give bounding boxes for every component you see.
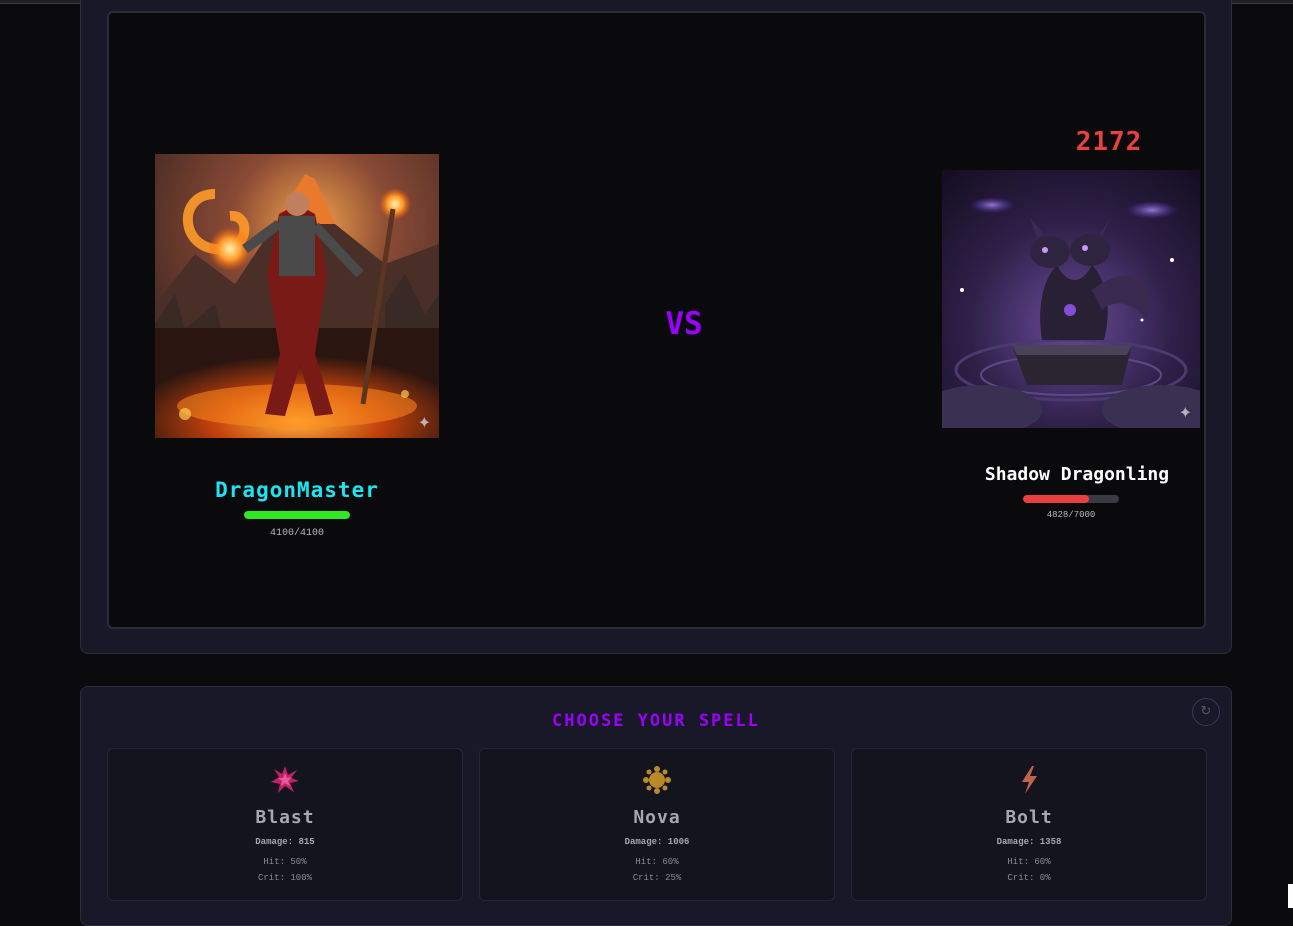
corner-marker xyxy=(1288,884,1293,908)
player-name: DragonMaster xyxy=(215,478,379,502)
spell-card-bolt[interactable]: Bolt Damage: 1358 Hit: 60% Crit: 0% xyxy=(851,748,1207,901)
enemy-hp-bar xyxy=(1023,495,1119,503)
sparkle-icon: ✦ xyxy=(1178,403,1192,422)
spell-damage: Damage: 1358 xyxy=(996,837,1062,847)
battle-panel: ✦ DragonMaster 4100/4100 VS 2172 ✦ Shado… xyxy=(80,0,1232,654)
spell-hit-chance: Hit: 50% xyxy=(263,857,307,867)
spell-damage: Damage: 1006 xyxy=(624,837,690,847)
battle-arena: ✦ DragonMaster 4100/4100 VS 2172 ✦ Shado… xyxy=(107,11,1206,629)
spell-crit-chance: Crit: 100% xyxy=(257,873,312,883)
spell-hit-chance: Hit: 60% xyxy=(1007,857,1051,867)
spell-name: Bolt xyxy=(1005,807,1053,828)
spell-hit-chance: Hit: 60% xyxy=(635,857,679,867)
spell-card-blast[interactable]: Blast Damage: 815 Hit: 50% Crit: 100% xyxy=(107,748,463,901)
spell-name: Blast xyxy=(255,807,315,828)
player-hp-bar xyxy=(244,511,350,519)
enemy-hp-fill xyxy=(1023,495,1090,503)
lightning-icon xyxy=(852,765,1206,803)
nova-icon xyxy=(480,765,834,803)
spell-crit-chance: Crit: 25% xyxy=(632,873,682,883)
enemy-portrait: ✦ xyxy=(942,170,1200,428)
spell-panel-title: CHOOSE YOUR SPELL xyxy=(552,711,760,731)
enemy-name: Shadow Dragonling xyxy=(984,464,1170,485)
fire-mage-portrait-image xyxy=(155,154,439,438)
spell-crit-chance: Crit: 0% xyxy=(1007,873,1051,883)
player-hp-text: 4100/4100 xyxy=(269,528,324,539)
damage-popup: 2172 xyxy=(1075,127,1143,157)
spell-name: Nova xyxy=(633,807,681,828)
refresh-icon: ↻ xyxy=(1200,704,1212,719)
player-portrait: ✦ xyxy=(155,154,439,438)
shadow-dragon-portrait-image xyxy=(942,170,1200,428)
vs-label: VS xyxy=(665,306,703,342)
player-hp-fill xyxy=(244,511,350,519)
spell-card-nova[interactable]: Nova Damage: 1006 Hit: 60% Crit: 25% xyxy=(479,748,835,901)
spell-damage: Damage: 815 xyxy=(255,837,315,847)
spell-panel: CHOOSE YOUR SPELL ↻ Blast Damage: 815 Hi… xyxy=(80,686,1232,926)
explosion-icon xyxy=(108,765,462,803)
refresh-button[interactable]: ↻ xyxy=(1192,698,1220,726)
sparkle-icon: ✦ xyxy=(417,413,431,432)
enemy-hp-text: 4828/7000 xyxy=(1046,510,1096,520)
